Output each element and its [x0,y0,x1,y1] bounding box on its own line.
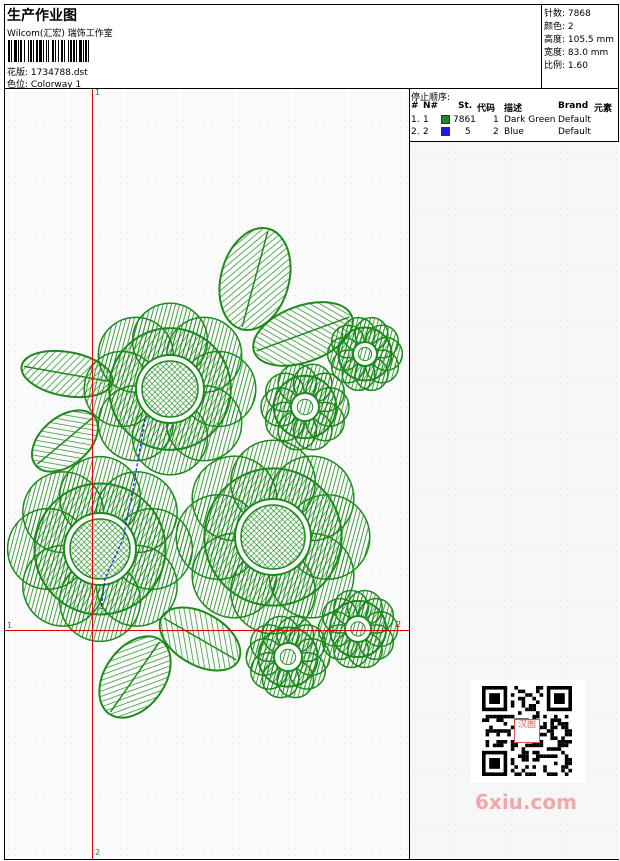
header: 生产作业图 Wilcom(汇宏) 瑞饰工作室 花版: 1734788.dst 色… [5,5,541,90]
column-header: Brand [558,101,589,111]
brand: Default [558,115,591,125]
flower-center [141,360,199,418]
design-canvas [5,89,409,859]
color-swatch [441,127,450,136]
flower-shape [317,589,399,669]
qr-code: 汉图 [470,680,585,783]
axis-label-v-top: 1 [95,88,101,97]
software-subtitle: Wilcom(汇宏) 瑞饰工作室 [7,29,113,39]
row-number: 1. [411,115,420,125]
flower-center [350,621,366,637]
embroidery-design [6,227,404,719]
stitch-count: 5 [465,127,471,137]
flower-center [357,346,373,362]
flower-shape [83,302,257,476]
needle-number: 1 [423,115,429,125]
column-header: St. [458,101,473,111]
width-value: 宽度: 83.0 mm [544,48,609,58]
row-number: 2. [411,127,420,137]
axis-label-h-left: 1 [7,621,13,630]
column-header: N# [423,101,439,111]
vertical-axis-line [92,89,93,859]
table-row: 2. 2 5 2 Blue Default [410,127,619,139]
color-count: 颜色: 2 [544,22,574,32]
flower-center [69,518,131,580]
qr-center-logo: 汉图 [514,719,540,743]
scale-value: 比例: 1.60 [544,61,588,71]
description: Dark Green [504,115,556,125]
brand: Default [558,127,591,137]
code: 1 [493,115,499,125]
flower-center [240,504,306,570]
table-row: 1. 1 7861 1 Dark Green Default [410,115,619,127]
page-title: 生产作业图 [7,8,77,24]
code: 2 [493,127,499,137]
flower-shape [245,615,331,699]
needle-number: 2 [423,127,429,137]
stop-sequence-panel: 停止顺序: # N# St. 代码 描述 Brand 元素 1. 1 7861 … [410,89,619,141]
watermark-text: 6xiu.com [475,790,577,814]
stitch-count: 针数: 7868 [544,9,591,19]
axis-label-h-right: 2 [396,620,402,629]
height-value: 高度: 105.5 mm [544,35,615,45]
flower-center [296,398,314,416]
axis-label-v-bottom: 2 [95,848,101,857]
flower-shape [6,455,194,643]
barcode-icon [8,40,89,62]
horizontal-axis-line [5,630,409,631]
column-header: 元素 [594,104,613,114]
description: Blue [504,127,524,137]
stats-panel: 针数: 7868 颜色: 2 高度: 105.5 mm 宽度: 83.0 mm … [541,4,620,88]
column-header: 代码 [477,104,496,114]
flower-center [279,648,297,666]
column-header: # [411,101,419,111]
column-header: 描述 [504,104,523,114]
color-swatch [441,115,450,124]
stitch-count: 7861 [453,115,476,125]
flower-shape [326,316,404,392]
